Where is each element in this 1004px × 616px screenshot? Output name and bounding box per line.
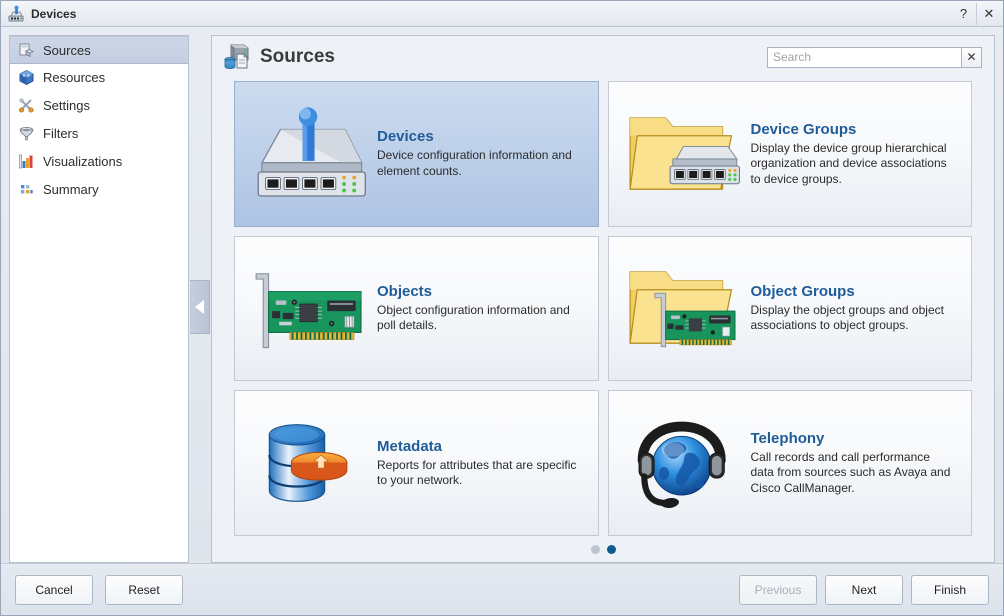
sidebar-item-visualizations[interactable]: Visualizations: [10, 148, 188, 176]
window-body: Sources Resources Settings Filters Visua…: [1, 27, 1003, 563]
search-clear-button[interactable]: ✕: [961, 46, 982, 68]
previous-button[interactable]: Previous: [739, 574, 817, 605]
card-description: Device configuration information and ele…: [377, 148, 572, 178]
footer-right-buttons: Previous Next Finish: [739, 574, 989, 605]
sidebar-item-settings[interactable]: Settings: [10, 92, 188, 120]
page-title: Sources: [260, 46, 335, 67]
database-arrow-icon: [249, 408, 369, 518]
footer-left-buttons: Cancel Reset: [15, 574, 183, 605]
source-card-grid: Devices Device configuration information…: [212, 78, 994, 536]
content-header: Sources ✕: [212, 36, 994, 78]
globe-headset-icon: [623, 408, 743, 518]
sidebar-collapse-handle[interactable]: [190, 280, 210, 334]
search-box: ✕: [767, 46, 982, 68]
device-router-icon: [7, 5, 25, 23]
cancel-button[interactable]: Cancel: [15, 574, 93, 605]
network-device-icon: [249, 99, 369, 209]
close-button[interactable]: ✕: [976, 2, 1001, 25]
sources-icon: [18, 42, 35, 59]
sidebar-item-label: Settings: [43, 98, 90, 113]
sidebar-item-label: Visualizations: [43, 154, 123, 169]
pagination-dot-2[interactable]: [606, 544, 616, 554]
card-text: Device Groups Display the device group h…: [751, 121, 958, 187]
card-description: Object configuration information and pol…: [377, 303, 570, 333]
help-button[interactable]: ?: [951, 3, 976, 25]
next-button[interactable]: Next: [825, 574, 903, 605]
sidebar: Sources Resources Settings Filters Visua…: [9, 35, 189, 563]
resources-cube-icon: [18, 69, 35, 86]
card-text: Objects Object configuration information…: [377, 283, 584, 334]
card-devices[interactable]: Devices Device configuration information…: [234, 81, 599, 227]
card-object-groups[interactable]: Object Groups Display the object groups …: [607, 235, 972, 382]
card-text: Object Groups Display the object groups …: [751, 283, 958, 334]
folder-device-icon: [623, 99, 743, 209]
chevron-left-icon: [195, 300, 204, 314]
sidebar-item-summary[interactable]: Summary: [10, 176, 188, 204]
finish-button[interactable]: Finish: [911, 574, 989, 605]
settings-tools-icon: [18, 97, 35, 114]
sidebar-item-resources[interactable]: Resources: [10, 64, 188, 92]
sidebar-item-filters[interactable]: Filters: [10, 120, 188, 148]
card-text: Devices Device configuration information…: [377, 128, 584, 179]
card-device-groups[interactable]: Device Groups Display the device group h…: [607, 81, 972, 227]
reset-button[interactable]: Reset: [105, 574, 183, 605]
card-title: Telephony: [750, 430, 825, 448]
card-title: Object Groups: [750, 283, 855, 301]
filter-funnel-icon: [18, 125, 35, 142]
card-title: Device Groups: [750, 120, 857, 138]
sidebar-item-label: Sources: [43, 42, 91, 58]
card-text: Metadata Reports for attributes that are…: [377, 438, 584, 489]
card-title: Devices: [377, 128, 434, 146]
sidebar-item-label: Resources: [43, 70, 106, 85]
sidebar-item-label: Filters: [43, 126, 79, 141]
bar-chart-icon: [18, 153, 35, 170]
circuit-card-icon: [249, 253, 369, 363]
card-text: Telephony Call records and call performa…: [751, 430, 958, 496]
card-description: Display the object groups and object ass…: [750, 303, 944, 333]
card-description: Reports for attributes that are specific…: [377, 457, 577, 488]
pagination-dot-1[interactable]: [590, 544, 600, 554]
content-panel: Sources ✕: [211, 35, 995, 563]
sources-header-icon: [222, 42, 252, 72]
folder-circuit-icon: [623, 253, 743, 363]
card-telephony[interactable]: Telephony Call records and call performa…: [607, 390, 972, 536]
search-input[interactable]: [767, 46, 961, 68]
summary-grid-icon: [18, 181, 35, 198]
window-titlebar: Devices ? ✕: [1, 1, 1003, 27]
sidebar-item-label: Summary: [43, 182, 99, 197]
pagination-dots: [212, 536, 994, 562]
card-metadata[interactable]: Metadata Reports for attributes that are…: [234, 390, 599, 536]
card-objects[interactable]: Objects Object configuration information…: [234, 235, 599, 382]
card-title: Metadata: [377, 437, 443, 455]
card-description: Display the device group hierarchical or…: [750, 140, 947, 186]
card-title: Objects: [377, 283, 433, 301]
application-window: Devices ? ✕ Sources Resources Settings F…: [0, 0, 1004, 616]
card-description: Call records and call performance data f…: [750, 450, 951, 495]
window-title: Devices: [31, 6, 77, 21]
dialog-footer: Cancel Reset Previous Next Finish: [1, 563, 1003, 615]
window-controls: ? ✕: [951, 2, 1001, 25]
sidebar-item-sources[interactable]: Sources: [10, 36, 188, 64]
